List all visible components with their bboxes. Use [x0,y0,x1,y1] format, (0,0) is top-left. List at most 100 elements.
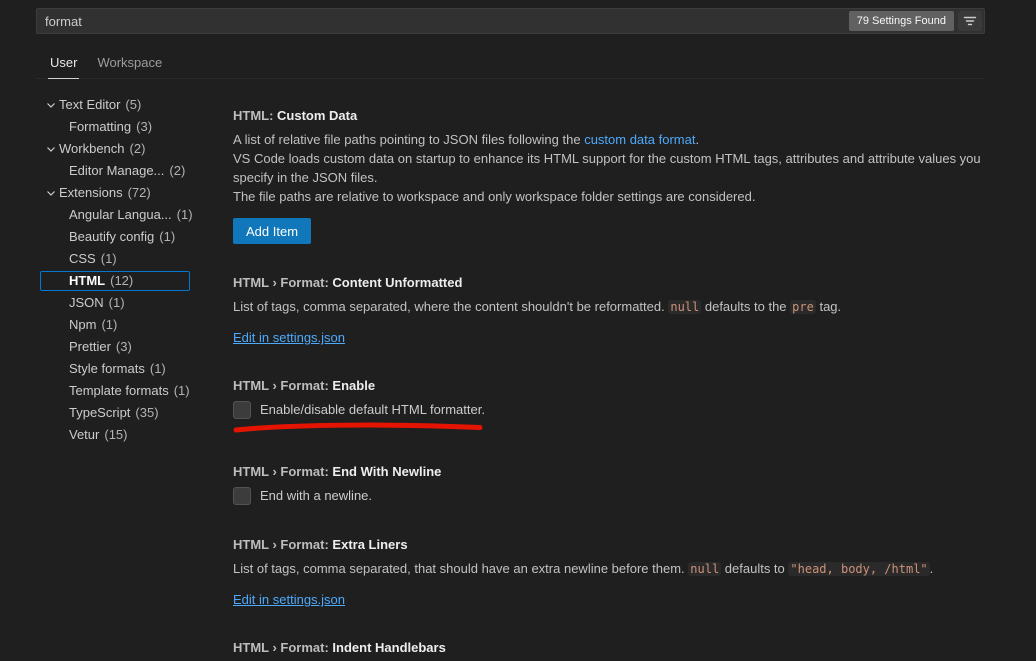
sidebar-item-label: JSON [69,294,104,312]
sidebar-item-label: Workbench [59,140,125,158]
description-text: defaults to [721,561,788,576]
sidebar-item-count: (12) [110,272,133,290]
doc-link[interactable]: custom data format [584,132,695,147]
description-text: Enable/disable default HTML formatter. [260,402,485,417]
sidebar-item-template-formats[interactable]: Template formats (1) [40,381,190,401]
sidebar-item-angular-langua[interactable]: Angular Langua... (1) [40,205,190,225]
setting-category: HTML › Format: [233,378,332,393]
description-text: . [695,132,699,147]
setting-title: HTML › Format: End With Newline [233,463,996,480]
sidebar-item-label: HTML [69,272,105,290]
sidebar-item-count: (1) [177,206,193,224]
sidebar-item-label: CSS [69,250,96,268]
setting-category: HTML › Format: [233,640,332,655]
sidebar-item-count: (1) [174,382,190,400]
tab-user[interactable]: User [48,55,79,79]
checkbox[interactable] [233,401,251,419]
code-span: null [668,300,701,314]
tab-workspace[interactable]: Workspace [95,55,164,79]
setting-name: Custom Data [277,108,357,123]
sidebar-item-html[interactable]: HTML (12) [40,271,190,291]
sidebar-item-label: Angular Langua... [69,206,172,224]
setting-name: Indent Handlebars [332,640,445,655]
code-span: null [688,562,721,576]
sidebar-item-count: (5) [125,96,141,114]
checkbox[interactable] [233,487,251,505]
setting-description: A list of relative file paths pointing t… [233,130,996,149]
sidebar-item-prettier[interactable]: Prettier(3) [40,337,190,357]
sidebar-item-npm[interactable]: Npm (1) [40,315,190,335]
sidebar-item-style-formats[interactable]: Style formats(1) [40,359,190,379]
sidebar-item-label: Editor Manage... [69,162,164,180]
sidebar-item-beautify-config[interactable]: Beautify config(1) [40,227,190,247]
sidebar-item-count: (1) [101,250,117,268]
sidebar-item-count: (2) [130,140,146,158]
filter-icon[interactable] [958,11,982,31]
setting-title: HTML › Format: Extra Liners [233,536,996,553]
setting-html-format-enable: HTML › Format: Enable Enable/disable defa… [233,377,996,433]
settings-count-badge: 79 Settings Found [849,11,954,31]
setting-description: List of tags, comma separated, that shou… [233,559,996,579]
settings-list: HTML: Custom Data A list of relative file… [233,79,996,661]
edit-in-settings-json-link[interactable]: Edit in settings.json [233,329,345,346]
chevron-down-icon [43,97,59,113]
setting-category: HTML › Format: [233,275,332,290]
setting-category: HTML › Format: [233,464,332,479]
sidebar-item-workbench[interactable]: Workbench (2) [40,139,190,159]
edit-in-settings-json-link[interactable]: Edit in settings.json [233,591,345,608]
setting-html-format-end-with-newline: HTML › Format: End With Newline End with … [233,463,996,506]
sidebar-item-count: (15) [104,426,127,444]
setting-name: Content Unformatted [332,275,462,290]
setting-html-custom-data: HTML: Custom Data A list of relative file… [233,107,996,244]
setting-name: End With Newline [332,464,441,479]
sidebar-item-count: (72) [128,184,151,202]
add-item-button[interactable]: Add Item [233,218,311,244]
settings-tabs: User Workspace [36,50,985,79]
sidebar-item-label: Npm [69,316,96,334]
settings-toc: Text Editor(5)Formatting(3)Workbench(2)E… [40,95,236,661]
sidebar-item-label: Template formats [69,382,169,400]
sidebar-item-typescript[interactable]: TypeScript (35) [40,403,190,423]
checkbox-label: Enable/disable default HTML formatter. [260,400,485,420]
code-span: "head, body, /html" [788,562,929,576]
setting-title: HTML: Custom Data [233,107,996,124]
sidebar-item-label: TypeScript [69,404,130,422]
description-text: . [930,561,934,576]
checkbox-label: End with a newline. [260,486,372,506]
setting-description: List of tags, comma separated, where the… [233,297,996,317]
sidebar-item-count: (35) [135,404,158,422]
red-underline-annotation [233,421,996,433]
sidebar-item-editor-manage[interactable]: Editor Manage... (2) [40,161,190,181]
sidebar-item-label: Style formats [69,360,145,378]
sidebar-item-label: Beautify config [69,228,154,246]
sidebar-item-count: (3) [136,118,152,136]
setting-html-format-indent-handlebars: HTML › Format: Indent HandlebarsFormat a… [233,639,996,661]
description-text: defaults to the [701,299,790,314]
description-text: List of tags, comma separated, where the… [233,299,668,314]
sidebar-item-label: Vetur [69,426,99,444]
sidebar-item-extensions[interactable]: Extensions(72) [40,183,190,203]
setting-title: HTML › Format: Indent Handlebars [233,639,996,656]
chevron-down-icon [43,141,59,157]
setting-title: HTML › Format: Enable [233,377,996,394]
setting-category: HTML › Format: [233,537,332,552]
sidebar-item-count: (2) [169,162,185,180]
settings-search-input[interactable] [36,8,985,34]
description-text: tag. [816,299,841,314]
sidebar-item-json[interactable]: JSON (1) [40,293,190,313]
chevron-down-icon [43,185,59,201]
description-text: List of tags, comma separated, that shou… [233,561,688,576]
sidebar-item-label: Prettier [69,338,111,356]
sidebar-item-label: Text Editor [59,96,120,114]
setting-html-format-content-unformatted: HTML › Format: Content Unformatted List o… [233,274,996,347]
sidebar-item-count: (1) [101,316,117,334]
setting-html-format-extra-liners: HTML › Format: Extra Liners List of tags,… [233,536,996,609]
sidebar-item-css[interactable]: CSS (1) [40,249,190,269]
sidebar-item-vetur[interactable]: Vetur (15) [40,425,190,445]
settings-search-bar: 79 Settings Found [36,8,985,34]
sidebar-item-formatting[interactable]: Formatting(3) [40,117,190,137]
sidebar-item-count: (1) [109,294,125,312]
sidebar-item-text-editor[interactable]: Text Editor (5) [40,95,190,115]
description-text: The file paths are relative to workspace… [233,189,755,204]
code-span: pre [790,300,816,314]
